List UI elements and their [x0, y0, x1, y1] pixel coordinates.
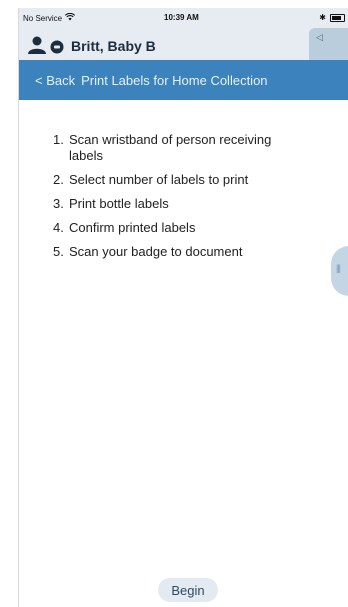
list-item: 5. Scan your badge to document: [53, 244, 289, 260]
step-number: 2.: [53, 172, 64, 187]
status-bar: No Service 10:39 AM ✱: [19, 8, 348, 28]
list-item: 1. Scan wristband of person receiving la…: [53, 132, 289, 164]
step-text: Print bottle labels: [69, 196, 169, 211]
person-icon: [27, 36, 47, 59]
list-item: 2. Select number of labels to print: [53, 172, 289, 188]
step-number: 5.: [53, 244, 64, 259]
tab-handle-icon: ◁: [316, 32, 323, 42]
begin-button[interactable]: Begin: [158, 578, 218, 602]
status-time: 10:39 AM: [164, 13, 199, 22]
tab-handle[interactable]: ◁: [309, 28, 348, 60]
step-text: Select number of labels to print: [69, 172, 249, 187]
step-number: 3.: [53, 196, 64, 211]
side-drawer-handle[interactable]: |||: [331, 246, 348, 296]
list-item: 4. Confirm printed labels: [53, 220, 289, 236]
page-title: Print Labels for Home Collection: [81, 72, 268, 88]
instruction-list: 1. Scan wristband of person receiving la…: [53, 132, 289, 268]
bluetooth-icon: ✱: [319, 13, 326, 22]
step-text: Confirm printed labels: [69, 220, 196, 235]
wifi-icon: [65, 12, 76, 23]
patient-badge-icon: [50, 40, 64, 59]
back-button[interactable]: < Back: [35, 73, 75, 88]
step-text: Scan wristband of person receiving label…: [69, 132, 272, 163]
list-item: 3. Print bottle labels: [53, 196, 289, 212]
patient-name: Britt, Baby B: [71, 38, 156, 54]
status-left: No Service: [23, 12, 76, 23]
battery-icon: [330, 13, 345, 22]
step-text: Scan your badge to document: [69, 244, 243, 259]
status-right: ✱: [319, 13, 345, 22]
step-number: 1.: [53, 132, 64, 147]
nav-bar: < Back Print Labels for Home Collection: [19, 60, 348, 100]
device-screen: No Service 10:39 AM ✱ Britt, Baby B ◁ < …: [18, 8, 348, 607]
carrier-label: No Service: [23, 13, 63, 23]
step-number: 4.: [53, 220, 64, 235]
drawer-grip-icon: |||: [336, 263, 341, 273]
